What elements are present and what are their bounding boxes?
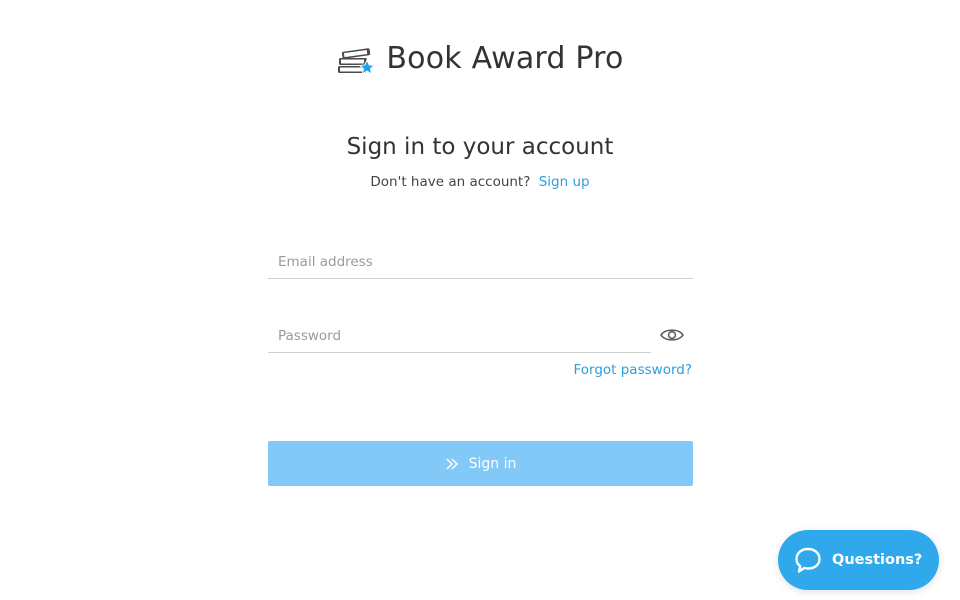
password-field[interactable] — [268, 322, 651, 350]
questions-help-button[interactable]: Questions? — [778, 530, 939, 590]
questions-label: Questions? — [832, 552, 923, 568]
sign-in-label: Sign in — [468, 455, 517, 472]
email-field-wrapper — [268, 248, 693, 279]
sign-in-page: Book Award Pro Sign in to your account D… — [0, 0, 960, 600]
chat-bubble-icon — [794, 546, 822, 574]
page-title: Sign in to your account — [346, 134, 614, 160]
eye-icon — [660, 327, 684, 347]
double-chevron-right-icon — [445, 457, 459, 471]
no-account-text: Don't have an account? — [370, 174, 531, 190]
password-field-wrapper — [268, 322, 651, 353]
forgot-password-link[interactable]: Forgot password? — [573, 362, 692, 378]
books-star-icon — [336, 40, 377, 76]
show-password-toggle[interactable] — [658, 326, 686, 348]
brand-header: Book Award Pro — [0, 40, 960, 76]
email-field[interactable] — [268, 248, 693, 276]
signup-prompt: Don't have an account? Sign up — [0, 174, 960, 190]
sign-in-button[interactable]: Sign in — [268, 441, 693, 486]
brand-name: Book Award Pro — [386, 40, 624, 76]
signup-link[interactable]: Sign up — [539, 174, 590, 190]
